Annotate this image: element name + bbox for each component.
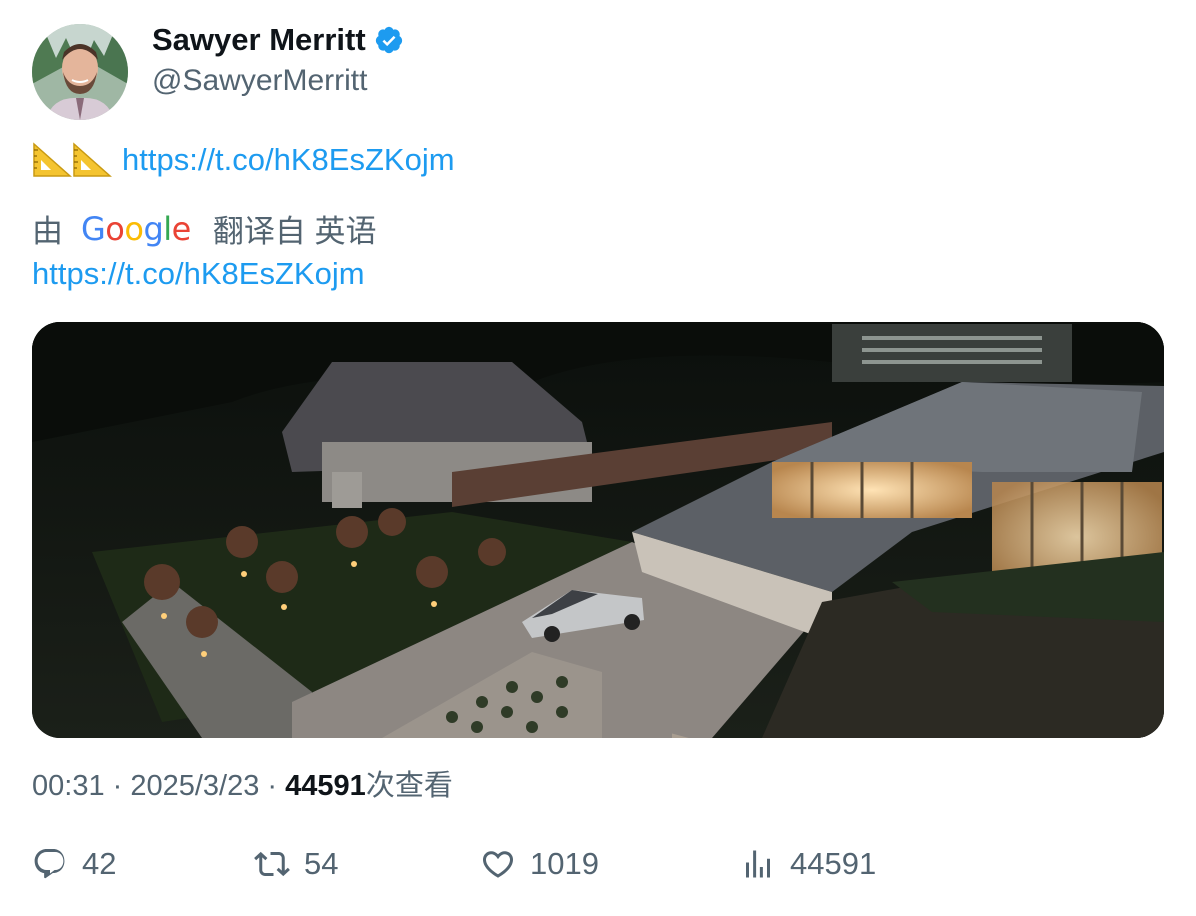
retweet-icon (254, 851, 290, 877)
reply-count: 42 (82, 846, 117, 881)
like-button[interactable]: 1019 (480, 846, 599, 882)
triangular-ruler-icon (73, 142, 112, 177)
reply-button[interactable]: 42 (32, 846, 116, 882)
view-count: 44591 (285, 770, 366, 802)
google-logo: Google (81, 209, 191, 248)
tweet-text: 📐📐 https://t.co/hK8EsZKojm (32, 142, 455, 178)
retweet-count: 54 (304, 846, 339, 881)
author-name-row[interactable]: Sawyer Merritt (152, 22, 404, 58)
tweet-meta: 00:31 · 2025/3/23 · 44591次查看 (32, 762, 453, 804)
translation-line: 由 Google 翻译自 英语 (32, 206, 376, 251)
heart-icon (482, 851, 514, 878)
verified-badge-icon (375, 26, 402, 54)
retweet-button[interactable]: 54 (254, 846, 338, 882)
tweet-time[interactable]: 00:31 (32, 770, 105, 802)
views-button[interactable]: 44591 (740, 846, 876, 882)
analytics-bar-icon (746, 850, 770, 878)
translated-from-label: 翻译自 英语 (212, 214, 377, 249)
translated-link[interactable]: https://t.co/hK8EsZKojm (32, 256, 365, 292)
translated-by-label: 由 (32, 214, 63, 249)
photo-night-house-cybertruck (32, 322, 1164, 738)
tweet-date[interactable]: 2025/3/23 (130, 770, 259, 802)
view-count-label: 次查看 (365, 770, 453, 802)
views-count: 44591 (790, 846, 877, 881)
avatar[interactable] (32, 24, 128, 120)
meta-separator: · (259, 770, 286, 802)
like-count: 1019 (530, 846, 599, 881)
tweet-link[interactable]: https://t.co/hK8EsZKojm (122, 142, 455, 178)
author-handle[interactable]: @SawyerMerritt (152, 64, 367, 98)
tweet-media-photo[interactable] (32, 322, 1164, 738)
author-name[interactable]: Sawyer Merritt (152, 22, 366, 58)
action-bar: 42 54 1019 44591 (32, 846, 1172, 890)
triangular-ruler-icon (33, 142, 72, 177)
reply-icon (34, 849, 65, 879)
avatar-image (32, 24, 128, 120)
meta-separator: · (104, 770, 131, 802)
